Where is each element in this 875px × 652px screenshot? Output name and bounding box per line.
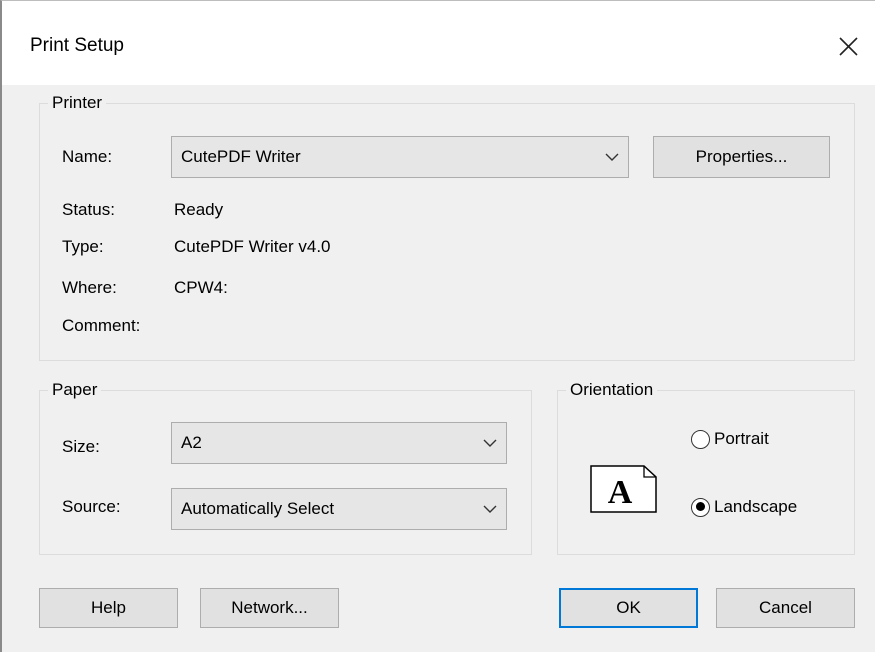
paper-size-label: Size: <box>62 437 100 456</box>
type-label: Type: <box>62 237 104 256</box>
printer-name-dropdown[interactable]: CutePDF Writer <box>171 136 629 178</box>
where-label: Where: <box>62 278 117 297</box>
dialog-title: Print Setup <box>30 35 124 56</box>
printer-name-value: CutePDF Writer <box>181 147 301 166</box>
title-bar: Print Setup <box>2 1 875 85</box>
where-value: CPW4: <box>174 278 228 297</box>
portrait-radio[interactable]: Portrait <box>691 429 769 449</box>
paper-group: Paper <box>39 379 532 555</box>
landscape-radio-button[interactable] <box>691 497 710 517</box>
paper-source-dropdown[interactable]: Automatically Select <box>171 488 507 530</box>
orientation-group-label: Orientation <box>566 379 658 401</box>
landscape-radio[interactable]: Landscape <box>691 497 797 517</box>
properties-button[interactable]: Properties... <box>653 136 830 178</box>
paper-source-value: Automatically Select <box>181 499 335 518</box>
paper-group-label: Paper <box>48 379 102 401</box>
page-preview-letter: A <box>608 474 633 511</box>
ok-button[interactable]: OK <box>559 588 698 628</box>
printer-group-label: Printer <box>48 92 107 114</box>
cancel-button[interactable]: Cancel <box>716 588 855 628</box>
chevron-down-icon <box>605 153 619 161</box>
landscape-page-icon: A <box>590 465 657 513</box>
type-value: CutePDF Writer v4.0 <box>174 237 331 256</box>
paper-size-value: A2 <box>181 433 202 452</box>
status-value: Ready <box>174 200 224 219</box>
status-label: Status: <box>62 200 115 219</box>
chevron-down-icon <box>483 505 497 513</box>
portrait-label: Portrait <box>714 429 769 448</box>
comment-label: Comment: <box>62 316 141 335</box>
paper-size-dropdown[interactable]: A2 <box>171 422 507 464</box>
close-button[interactable] <box>828 27 868 67</box>
portrait-radio-button[interactable] <box>691 429 710 449</box>
printer-name-label: Name: <box>62 147 113 166</box>
chevron-down-icon <box>483 439 497 447</box>
landscape-label: Landscape <box>714 497 798 516</box>
close-icon <box>839 37 858 56</box>
network-button[interactable]: Network... <box>200 588 339 628</box>
print-setup-dialog: Print Setup Printer Name: CutePDF Writer… <box>0 0 875 652</box>
paper-source-label: Source: <box>62 497 121 516</box>
help-button[interactable]: Help <box>39 588 178 628</box>
